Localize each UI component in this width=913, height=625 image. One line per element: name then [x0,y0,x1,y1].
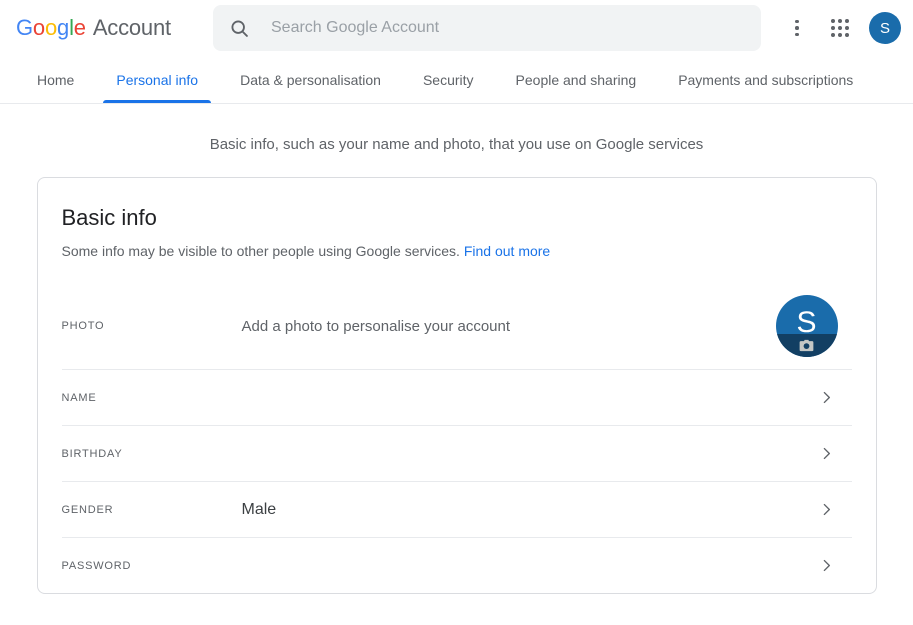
tab-data-personalisation[interactable]: Data & personalisation [219,56,402,103]
row-password[interactable]: PASSWORD [61,537,852,593]
logo-letter: G [16,15,33,40]
row-label-birthday: BIRTHDAY [61,447,123,460]
row-birthday[interactable]: BIRTHDAY [61,425,852,481]
card-description-text: Some info may be visible to other people… [61,243,460,259]
search-icon [229,18,250,39]
header-actions: S [777,0,901,56]
tab-payments-and-subscriptions[interactable]: Payments and subscriptions [657,56,874,103]
card-header: Basic info Some info may be visible to o… [62,178,852,261]
page-subtitle: Basic info, such as your name and photo,… [209,136,704,153]
profile-photo-avatar[interactable]: S [775,295,838,357]
main-nav: Home Personal info Data & personalisatio… [0,56,913,104]
chevron-right-icon[interactable] [815,442,839,466]
info-rows: PHOTO Add a photo to personalise your ac… [61,283,852,593]
chevron-right-icon[interactable] [815,554,839,578]
avatar[interactable]: S [869,12,901,44]
camera-icon [775,334,838,357]
row-name[interactable]: NAME [61,369,852,425]
logo-letter: e [73,15,86,40]
basic-info-card: Basic info Some info may be visible to o… [36,177,877,594]
tab-people-and-sharing[interactable]: People and sharing [495,56,658,103]
tab-personal-info[interactable]: Personal info [95,56,219,103]
tab-home[interactable]: Home [16,56,95,103]
product-name: Account [92,15,171,40]
row-gender[interactable]: GENDER Male [61,481,852,537]
google-logo: Google [16,15,86,41]
row-label-photo: PHOTO [61,320,105,332]
find-out-more-link[interactable]: Find out more [464,243,550,259]
card-description: Some info may be visible to other people… [62,241,852,261]
page-title: Basic info [61,205,157,230]
row-label-password: PASSWORD [61,559,132,572]
app-header: Google Account S [0,0,913,56]
row-value-gender: Male [241,500,277,518]
tab-security[interactable]: Security [402,56,495,103]
row-value-photo: Add a photo to personalise your account [241,317,511,335]
chevron-right-icon[interactable] [815,498,839,522]
logo-letter: o [32,15,45,40]
chevron-right-icon[interactable] [815,386,839,410]
photo-avatar-wrap: S [775,295,838,357]
search-bar[interactable] [213,5,761,51]
more-vert-icon[interactable] [777,8,817,48]
apps-grid-glyph [831,19,849,37]
logo-letter: g [57,15,70,40]
search-input[interactable] [271,19,745,37]
row-photo[interactable]: PHOTO Add a photo to personalise your ac… [62,283,852,369]
apps-grid-icon[interactable] [820,8,860,48]
row-label-gender: GENDER [61,503,114,516]
row-label-name: NAME [61,391,97,404]
more-vert-glyph [795,19,799,37]
brand-logo[interactable]: Google Account [16,15,171,41]
logo-letter: o [44,15,58,40]
